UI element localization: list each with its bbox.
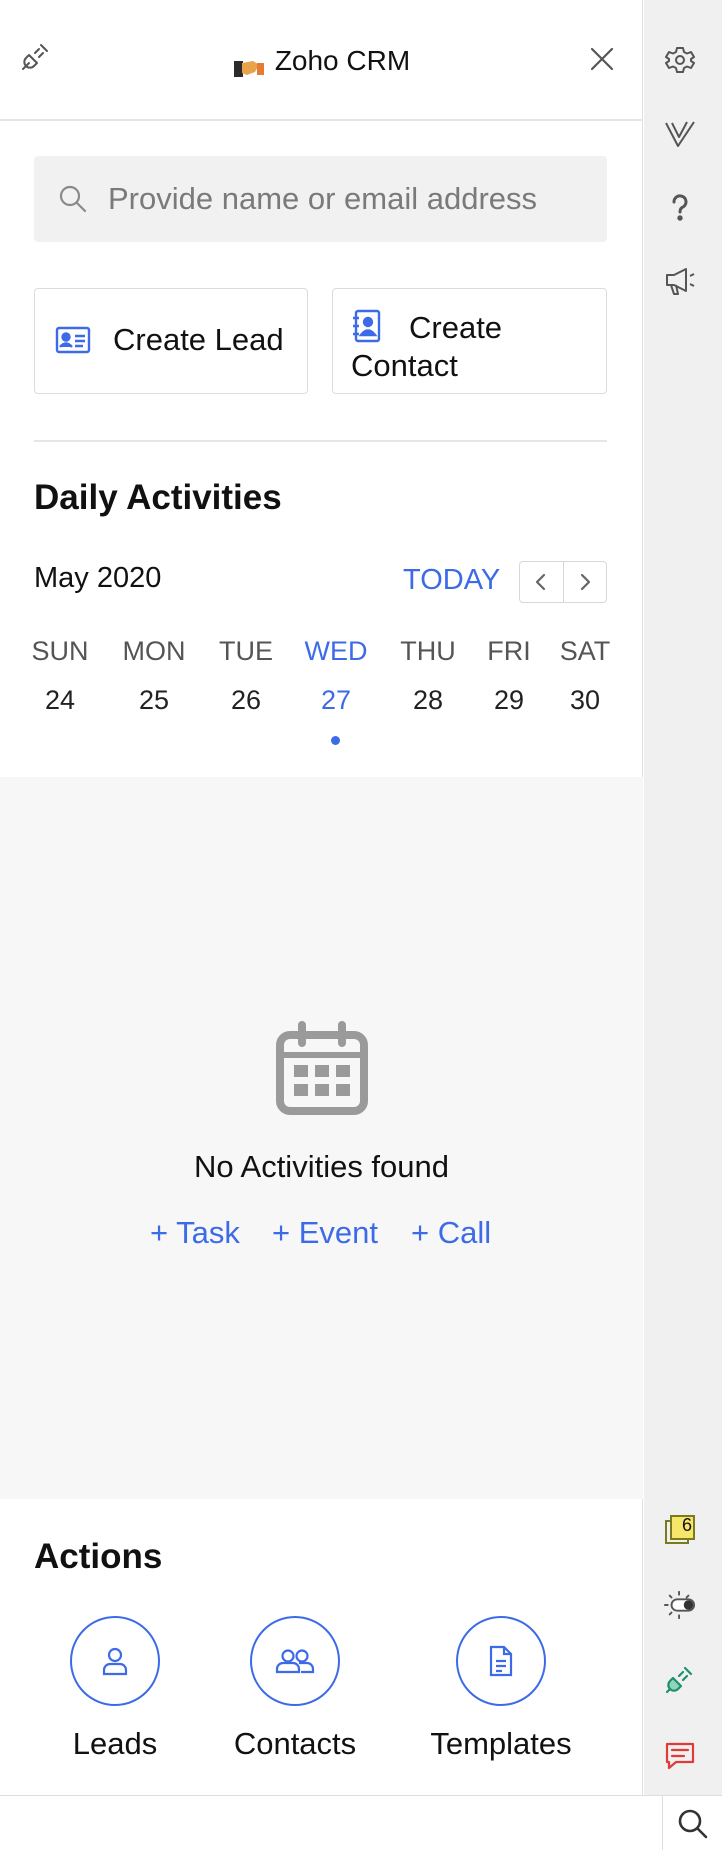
day-fri[interactable]: FRI 29 [469,636,549,716]
people-icon [275,1649,315,1674]
action-leads-circle[interactable] [70,1616,160,1706]
add-event-link[interactable]: + Event [272,1215,378,1251]
action-contacts[interactable]: Contacts [215,1616,375,1762]
document-icon [489,1645,513,1677]
week-nav [519,561,607,603]
app-title: Zoho CRM [0,40,643,82]
panel-header: Zoho CRM [0,0,643,121]
action-leads[interactable]: Leads [35,1616,195,1762]
daily-activities-heading: Daily Activities [34,478,282,517]
help-icon[interactable] [664,192,696,224]
global-search-button[interactable] [662,1796,722,1850]
day-date: 26 [230,685,262,715]
day-thu[interactable]: THU 28 [388,636,468,716]
day-name: THU [400,636,456,666]
theme-toggle-icon[interactable] [664,1589,696,1621]
create-contact-button[interactable]: Create Contact [332,288,607,394]
day-date: 27 [320,685,352,715]
prev-week-button[interactable] [520,562,563,602]
today-button[interactable]: TODAY [403,564,500,597]
add-task-link[interactable]: + Task [150,1215,240,1251]
day-tue[interactable]: TUE 26 [206,636,286,716]
person-icon [102,1647,128,1676]
section-divider [34,440,607,442]
selected-day-indicator [331,736,340,745]
create-lead-label: Create Lead [113,322,284,357]
notes-badge-count: 6 [681,1515,692,1535]
empty-state: No Activities found + Task + Event + Cal… [0,777,643,1499]
action-label: Leads [72,1726,158,1761]
chat-icon[interactable] [664,1740,696,1772]
day-name: SAT [559,636,611,666]
day-mon[interactable]: MON 25 [114,636,194,716]
bottom-bar [0,1795,722,1850]
day-date: 24 [44,685,76,715]
search-icon [58,184,88,214]
next-week-button[interactable] [562,562,606,602]
verified-check-icon[interactable] [664,118,696,150]
chevron-left-icon [536,573,546,591]
day-sat[interactable]: SAT 30 [545,636,625,716]
day-date: 25 [138,685,170,715]
action-templates[interactable]: Templates [421,1616,581,1762]
add-call-link[interactable]: + Call [411,1215,491,1251]
no-activities-message: No Activities found [193,1149,450,1184]
day-wed[interactable]: WED 27 [296,636,376,716]
day-date: 28 [412,685,444,715]
action-templates-circle[interactable] [456,1616,546,1706]
day-date: 30 [569,685,601,715]
day-date: 29 [493,685,525,715]
day-name: MON [122,636,186,666]
connector-plug-icon[interactable] [664,1663,696,1695]
search-icon [678,1809,707,1838]
day-name: WED [304,636,368,666]
month-label: May 2020 [34,562,162,594]
crm-panel: Zoho CRM Create Lead [0,0,643,1795]
chevron-right-icon [580,573,591,591]
actions-heading: Actions [34,1537,163,1576]
search-box [34,156,607,242]
search-input[interactable] [108,156,588,242]
close-icon[interactable] [588,45,616,73]
create-contact-label: Create Contact [351,310,503,383]
create-lead-button[interactable]: Create Lead [34,288,308,394]
day-name: TUE [219,636,273,666]
action-label: Contacts [233,1726,357,1761]
handshake-logo-icon [233,50,265,77]
id-card-icon [55,325,91,354]
action-contacts-circle[interactable] [250,1616,340,1706]
settings-icon[interactable] [664,44,696,76]
megaphone-icon[interactable] [664,265,696,297]
calendar-icon [274,1021,370,1117]
day-sun[interactable]: SUN 24 [20,636,100,716]
action-label: Templates [430,1726,572,1761]
day-name: SUN [31,636,89,666]
day-name: FRI [487,636,531,666]
app-title-text: Zoho CRM [274,45,411,76]
